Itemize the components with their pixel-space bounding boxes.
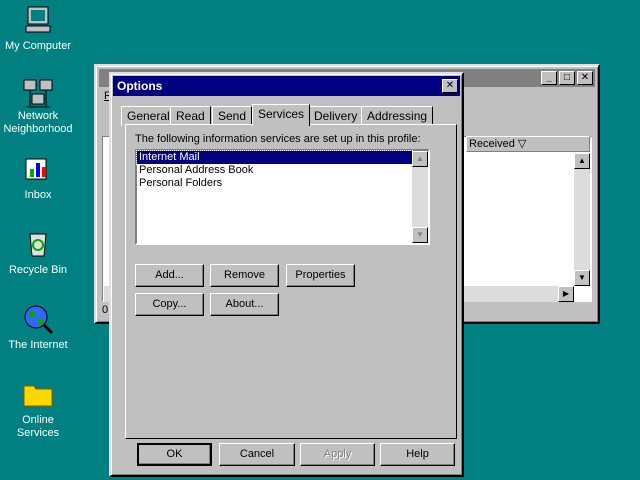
list-item[interactable]: Personal Address Book bbox=[137, 164, 412, 177]
desktop-icon-inbox[interactable]: Inbox bbox=[0, 153, 76, 202]
properties-button[interactable]: Properties bbox=[286, 264, 355, 287]
maximize-button[interactable]: □ bbox=[559, 71, 575, 85]
internet-globe-icon bbox=[22, 303, 54, 335]
desktop-icon-network-neighborhood[interactable]: Network Neighborhood bbox=[0, 78, 76, 136]
close-button[interactable]: ✕ bbox=[577, 71, 593, 85]
desktop-icon-label: Inbox bbox=[24, 189, 52, 201]
desktop-icon-online-services[interactable]: Online Services bbox=[0, 378, 76, 440]
column-header-received[interactable]: Received ▽ bbox=[466, 136, 590, 152]
computer-icon bbox=[22, 4, 54, 36]
scroll-up-button[interactable]: ▲ bbox=[412, 151, 428, 167]
desktop-icon-label: Network Neighborhood bbox=[3, 110, 73, 135]
scroll-down-button[interactable]: ▼ bbox=[412, 227, 428, 243]
scroll-up-button[interactable]: ▲ bbox=[574, 153, 590, 169]
tab-addressing[interactable]: Addressing bbox=[361, 106, 434, 126]
apply-button[interactable]: Apply bbox=[300, 443, 375, 466]
remove-button[interactable]: Remove bbox=[210, 264, 279, 287]
cancel-button[interactable]: Cancel bbox=[219, 443, 295, 466]
desktop-icon-label: Recycle Bin bbox=[8, 264, 68, 276]
scroll-right-button[interactable]: ▶ bbox=[558, 286, 574, 302]
tab-read[interactable]: Read bbox=[170, 106, 211, 126]
inbox-icon bbox=[22, 153, 54, 185]
desktop-icon-my-computer[interactable]: My Computer bbox=[0, 4, 76, 53]
desktop-icon-label: The Internet bbox=[8, 339, 68, 351]
about-button[interactable]: About... bbox=[210, 293, 279, 316]
desktop-icon-label: Online Services bbox=[16, 414, 60, 439]
tab-send[interactable]: Send bbox=[212, 106, 253, 126]
desktop-icon-the-internet[interactable]: The Internet bbox=[0, 303, 76, 352]
recycle-bin-icon bbox=[22, 228, 54, 260]
scroll-down-button[interactable]: ▼ bbox=[574, 270, 590, 286]
list-item[interactable]: Personal Folders bbox=[137, 177, 412, 190]
services-description: The following information services are s… bbox=[135, 133, 421, 145]
help-button[interactable]: Help bbox=[380, 443, 455, 466]
dialog-titlebar[interactable]: Options ✕ bbox=[113, 76, 460, 96]
ok-button[interactable]: OK bbox=[137, 443, 212, 466]
list-item[interactable]: Internet Mail bbox=[136, 150, 413, 165]
folder-icon bbox=[22, 378, 54, 410]
listbox-scrollbar[interactable]: ▲ ▼ bbox=[412, 151, 428, 243]
dialog-title: Options bbox=[117, 79, 163, 93]
desktop-icon-label: My Computer bbox=[4, 40, 72, 52]
services-listbox[interactable]: Internet Mail Personal Address Book Pers… bbox=[135, 149, 430, 245]
tab-general[interactable]: General bbox=[121, 106, 176, 126]
services-panel: The following information services are s… bbox=[125, 124, 457, 439]
vertical-scrollbar[interactable]: ▲ ▼ bbox=[574, 153, 590, 286]
desktop-icon-recycle-bin[interactable]: Recycle Bin bbox=[0, 228, 76, 277]
tab-services[interactable]: Services bbox=[252, 104, 311, 126]
tab-delivery[interactable]: Delivery bbox=[308, 106, 364, 126]
add-button[interactable]: Add... bbox=[135, 264, 204, 287]
options-dialog: Options ✕ General Read Send Services Del… bbox=[109, 72, 464, 477]
network-icon bbox=[22, 78, 54, 110]
close-icon[interactable]: ✕ bbox=[442, 79, 458, 93]
copy-button[interactable]: Copy... bbox=[135, 293, 204, 316]
minimize-button[interactable]: _ bbox=[541, 71, 557, 85]
